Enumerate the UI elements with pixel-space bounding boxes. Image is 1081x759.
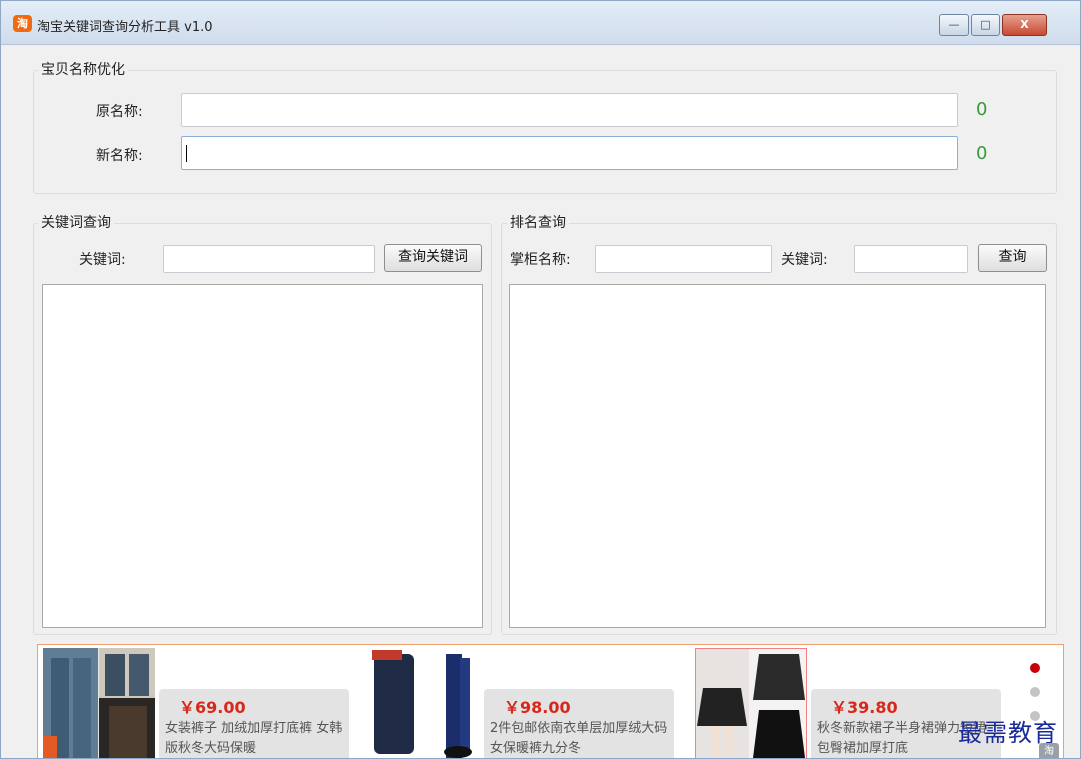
query-keyword-button[interactable]: 查询关键词: [384, 244, 482, 272]
ad-description: 2件包邮依南衣单层加厚绒大码女保暖裤九分冬: [490, 721, 668, 756]
original-name-input[interactable]: [181, 93, 958, 127]
window-title: 淘宝关键词查询分析工具 v1.0: [37, 20, 213, 35]
keyword-input[interactable]: [163, 245, 375, 273]
product-image: [368, 648, 480, 758]
name-optimize-legend: 宝贝名称优化: [38, 59, 128, 79]
ad-info-card: ￥98.00 2件包邮依南衣单层加厚绒大码女保暖裤九分冬: [484, 689, 674, 758]
ad-price: ￥98.00: [504, 698, 571, 717]
text-caret: [186, 145, 187, 162]
new-name-label: 新名称:: [96, 148, 143, 164]
shop-owner-label: 掌柜名称:: [510, 252, 571, 268]
close-button[interactable]: X: [1002, 14, 1047, 36]
query-rank-button[interactable]: 查询: [978, 244, 1047, 272]
name-optimize-group: [33, 70, 1057, 194]
rank-keyword-label: 关键词:: [781, 252, 828, 268]
original-name-char-count: 0: [976, 99, 988, 120]
app-window: 淘 淘宝关键词查询分析工具 v1.0 — □ X 宝贝名称优化 原名称: 0 新…: [0, 0, 1081, 759]
watermark-taobao-icon: 淘: [1039, 743, 1059, 758]
new-name-input[interactable]: [181, 136, 958, 170]
ad-item[interactable]: ￥69.00 女装裤子 加绒加厚打底裤 女韩版秋冬大码保暖: [43, 648, 363, 758]
keyword-label: 关键词:: [79, 252, 126, 268]
new-name-char-count: 0: [976, 143, 988, 164]
ad-price: ￥39.80: [831, 698, 898, 717]
ad-item[interactable]: ￥98.00 2件包邮依南衣单层加厚绒大码女保暖裤九分冬: [368, 648, 688, 758]
maximize-button[interactable]: □: [971, 14, 1000, 36]
rank-keyword-input[interactable]: [854, 245, 968, 273]
product-image: [43, 648, 155, 758]
carousel-dot[interactable]: [1030, 687, 1040, 697]
ad-price: ￥69.00: [179, 698, 246, 717]
keyword-query-legend: 关键词查询: [38, 212, 114, 232]
rank-query-legend: 排名查询: [507, 212, 569, 232]
title-bar[interactable]: 淘 淘宝关键词查询分析工具 v1.0 — □ X: [1, 1, 1080, 45]
original-name-label: 原名称:: [96, 104, 143, 120]
ad-description: 女装裤子 加绒加厚打底裤 女韩版秋冬大码保暖: [165, 721, 343, 756]
product-image: [695, 648, 807, 758]
minimize-button[interactable]: —: [939, 14, 969, 36]
rank-results-list[interactable]: [509, 284, 1046, 628]
ad-banner: ￥69.00 女装裤子 加绒加厚打底裤 女韩版秋冬大码保暖 ￥98.00 2件包…: [37, 644, 1064, 758]
keyword-results-list[interactable]: [42, 284, 483, 628]
carousel-dot-active[interactable]: [1030, 663, 1040, 673]
taobao-app-icon: 淘: [13, 15, 32, 32]
ad-info-card: ￥69.00 女装裤子 加绒加厚打底裤 女韩版秋冬大码保暖: [159, 689, 349, 758]
shop-owner-input[interactable]: [595, 245, 772, 273]
